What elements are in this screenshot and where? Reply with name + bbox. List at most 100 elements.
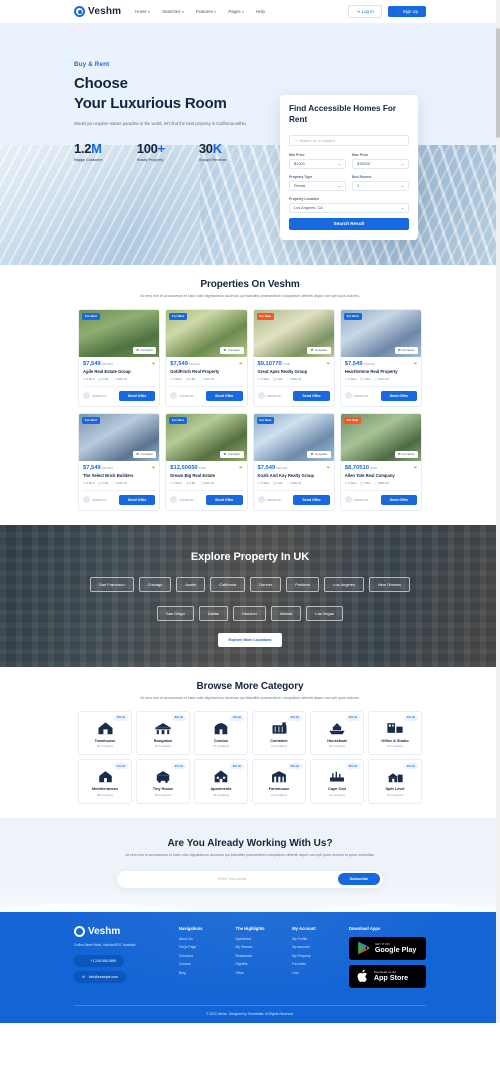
send-offer-button[interactable]: Send Offer — [380, 494, 417, 505]
compare-button[interactable]: ⇄ Compare — [307, 346, 331, 354]
scrollbar-thumb[interactable] — [496, 28, 500, 138]
nav-item-features[interactable]: Features — [196, 9, 217, 14]
footer-link[interactable]: Favorites — [292, 962, 339, 966]
city-chip[interactable]: Dallas — [198, 605, 228, 621]
city-chip[interactable]: Las Vegas — [306, 605, 343, 621]
city-chip[interactable]: Houston — [232, 605, 266, 621]
footer-link[interactable]: My account — [292, 945, 339, 949]
city-chip[interactable]: Los Angeles — [324, 576, 364, 592]
favorite-icon[interactable]: ❤ — [326, 361, 329, 366]
city-chip[interactable]: Portland — [286, 576, 320, 592]
city-chip[interactable]: San Francisco — [89, 576, 134, 592]
city-chip[interactable]: Austin — [176, 576, 206, 592]
footer-link[interactable]: Checkout — [179, 954, 226, 958]
footer-link[interactable]: FAQs Page — [179, 945, 226, 949]
nav-item-help[interactable]: Help — [256, 9, 265, 14]
google-play-button[interactable]: GET IT ON Google Play — [348, 936, 427, 960]
send-offer-button[interactable]: Send Offer — [118, 390, 156, 401]
location-search-input[interactable]: ⌕ Search for a location — [289, 134, 409, 146]
footer-email[interactable]: ✉ info@example.com — [74, 970, 126, 983]
category-card[interactable]: 70 List Townhouse 06 Locations — [78, 710, 132, 756]
send-offer-button[interactable]: Send Offer — [293, 390, 330, 401]
favorite-icon[interactable]: ❤ — [239, 361, 242, 366]
compare-button[interactable]: ⇄ Compare — [307, 450, 331, 458]
footer-link[interactable]: Nightlife — [236, 962, 283, 966]
property-card[interactable]: For Sale ⇄ Compare $8,70510/USD ❤ Allen T… — [339, 412, 422, 511]
footer-link[interactable]: Blog — [179, 971, 226, 975]
category-card[interactable]: 19 List Condos 07 Locations — [194, 710, 248, 756]
min-price-select[interactable]: $1000 ⌄ — [289, 158, 346, 169]
property-card[interactable]: For Rent ⇄ Compare $7,549/Monthly ❤ The S… — [78, 412, 161, 511]
property-type-select[interactable]: Rental ⌄ — [289, 180, 346, 191]
category-card[interactable]: 15 List Office & Studio 23 Locations — [368, 710, 422, 756]
footer-link[interactable]: My Houses — [236, 945, 283, 949]
footer-link[interactable]: About Us — [179, 937, 226, 941]
nav-item-searches[interactable]: Searches — [162, 9, 184, 14]
favorite-icon[interactable]: ❤ — [152, 361, 155, 366]
footer-link[interactable]: Apartment — [236, 937, 283, 941]
app-store-button[interactable]: Download on the App Store — [348, 964, 427, 988]
brand-logo-group[interactable]: Veshm — [74, 6, 121, 17]
property-card[interactable]: For Rent ⇄ Compare $7,549/Monthly ❤ Agile… — [78, 308, 161, 407]
search-result-button[interactable]: Search Result — [289, 217, 409, 230]
category-card[interactable]: 14 List Mediterranean 08 Locations — [78, 759, 132, 804]
category-card[interactable]: 40 List Split Level 10 Locations — [368, 759, 422, 804]
footer-link[interactable]: My Profile — [292, 937, 339, 941]
category-card[interactable]: 22 List Container 14 Locations — [252, 710, 306, 756]
email-input[interactable]: Enter Your email — [127, 877, 338, 881]
city-chip[interactable]: Atlanta — [270, 605, 302, 621]
footer-phone[interactable]: 📞 +1 246-545-0695 — [74, 954, 125, 967]
compare-button[interactable]: ⇄ Compare — [132, 346, 157, 354]
nav-item-pages[interactable]: Pages — [228, 9, 245, 14]
footer-link[interactable]: Cart — [292, 971, 339, 975]
compare-button[interactable]: ⇄ Compare — [394, 450, 418, 458]
send-offer-button[interactable]: Send Offer — [380, 390, 417, 401]
property-location-select[interactable]: Los Angeles, CA ⌄ — [289, 202, 409, 213]
city-chip[interactable]: Chicago — [138, 576, 172, 592]
compare-button[interactable]: ⇄ Compare — [220, 346, 244, 354]
compare-button[interactable]: ⇄ Compare — [132, 450, 157, 458]
property-type-value: Rental — [294, 183, 306, 189]
favorite-icon[interactable]: ❤ — [326, 465, 329, 470]
favorite-icon[interactable]: ❤ — [239, 465, 242, 470]
send-offer-button[interactable]: Send Offer — [118, 494, 156, 505]
compare-button[interactable]: ⇄ Compare — [394, 346, 418, 354]
footer-link[interactable]: My Property — [292, 954, 339, 958]
compare-button[interactable]: ⇄ Compare — [220, 450, 244, 458]
category-card[interactable]: 30 List Apartments 19 Locations — [194, 759, 248, 804]
footer-link[interactable]: Restaurant — [236, 954, 283, 958]
favorite-icon[interactable]: ❤ — [414, 465, 417, 470]
max-price-select[interactable]: $15000 ⌄ — [352, 158, 409, 169]
category-card[interactable]: 80 List Bungalow 04 Locations — [136, 710, 190, 756]
footer-logo[interactable]: Veshm — [74, 925, 169, 937]
category-title: Browse More Category — [196, 680, 304, 692]
property-card[interactable]: For Rent ⇄ Compare $7,549/Monthly ❤ GoldF… — [165, 308, 248, 407]
city-chip[interactable]: Denver — [250, 576, 282, 592]
explore-more-locations-button[interactable]: Explore More Locations — [218, 632, 282, 647]
property-card[interactable]: For Sale ⇄ Compare $9,10770/USD ❤ Great A… — [252, 308, 335, 407]
footer-link[interactable]: Contact — [179, 962, 226, 966]
footer-col-title: The Highlights — [235, 925, 265, 931]
property-card[interactable]: For Rent ⇄ Compare $7,549/Monthly ❤ Heart… — [339, 308, 422, 407]
property-card[interactable]: For Rent ⇄ Compare $7,549/Monthly ❤ Kozik… — [252, 412, 335, 511]
property-card[interactable]: For Rent ⇄ Compare $12,50650/USD ❤ Dream … — [165, 412, 248, 511]
favorite-icon[interactable]: ❤ — [152, 465, 155, 470]
bed-rooms-select[interactable]: 1 ⌄ — [352, 180, 409, 191]
signup-button[interactable]: 👤 Sign Up — [387, 6, 426, 17]
category-card[interactable]: 42 List Houseboat 09 Locations — [310, 710, 364, 756]
send-offer-button[interactable]: Send Offer — [206, 390, 243, 401]
category-card[interactable]: 28 List Farmhouse 12 Locations — [252, 759, 306, 804]
city-chip[interactable]: San Diego — [157, 605, 194, 621]
login-button[interactable]: ⇥ Log In — [348, 5, 382, 18]
subscribe-button[interactable]: Subscribe — [337, 873, 380, 886]
property-meta: ▭ 3 Bed ◳ 2 Ba ⬚ 3020 sft — [83, 377, 155, 381]
footer-link[interactable]: Villas — [236, 971, 283, 975]
category-card[interactable]: 56 List Cape Cod 16 Locations — [310, 759, 364, 804]
send-offer-button[interactable]: Send Offer — [293, 494, 330, 505]
nav-item-home[interactable]: Home — [135, 9, 151, 14]
city-chip[interactable]: California — [210, 576, 246, 592]
category-card[interactable]: 27 List Tiny House 06 Locations — [136, 759, 190, 804]
send-offer-button[interactable]: Send Offer — [206, 494, 243, 505]
favorite-icon[interactable]: ❤ — [414, 361, 417, 366]
city-chip[interactable]: New Orleans — [368, 576, 411, 592]
